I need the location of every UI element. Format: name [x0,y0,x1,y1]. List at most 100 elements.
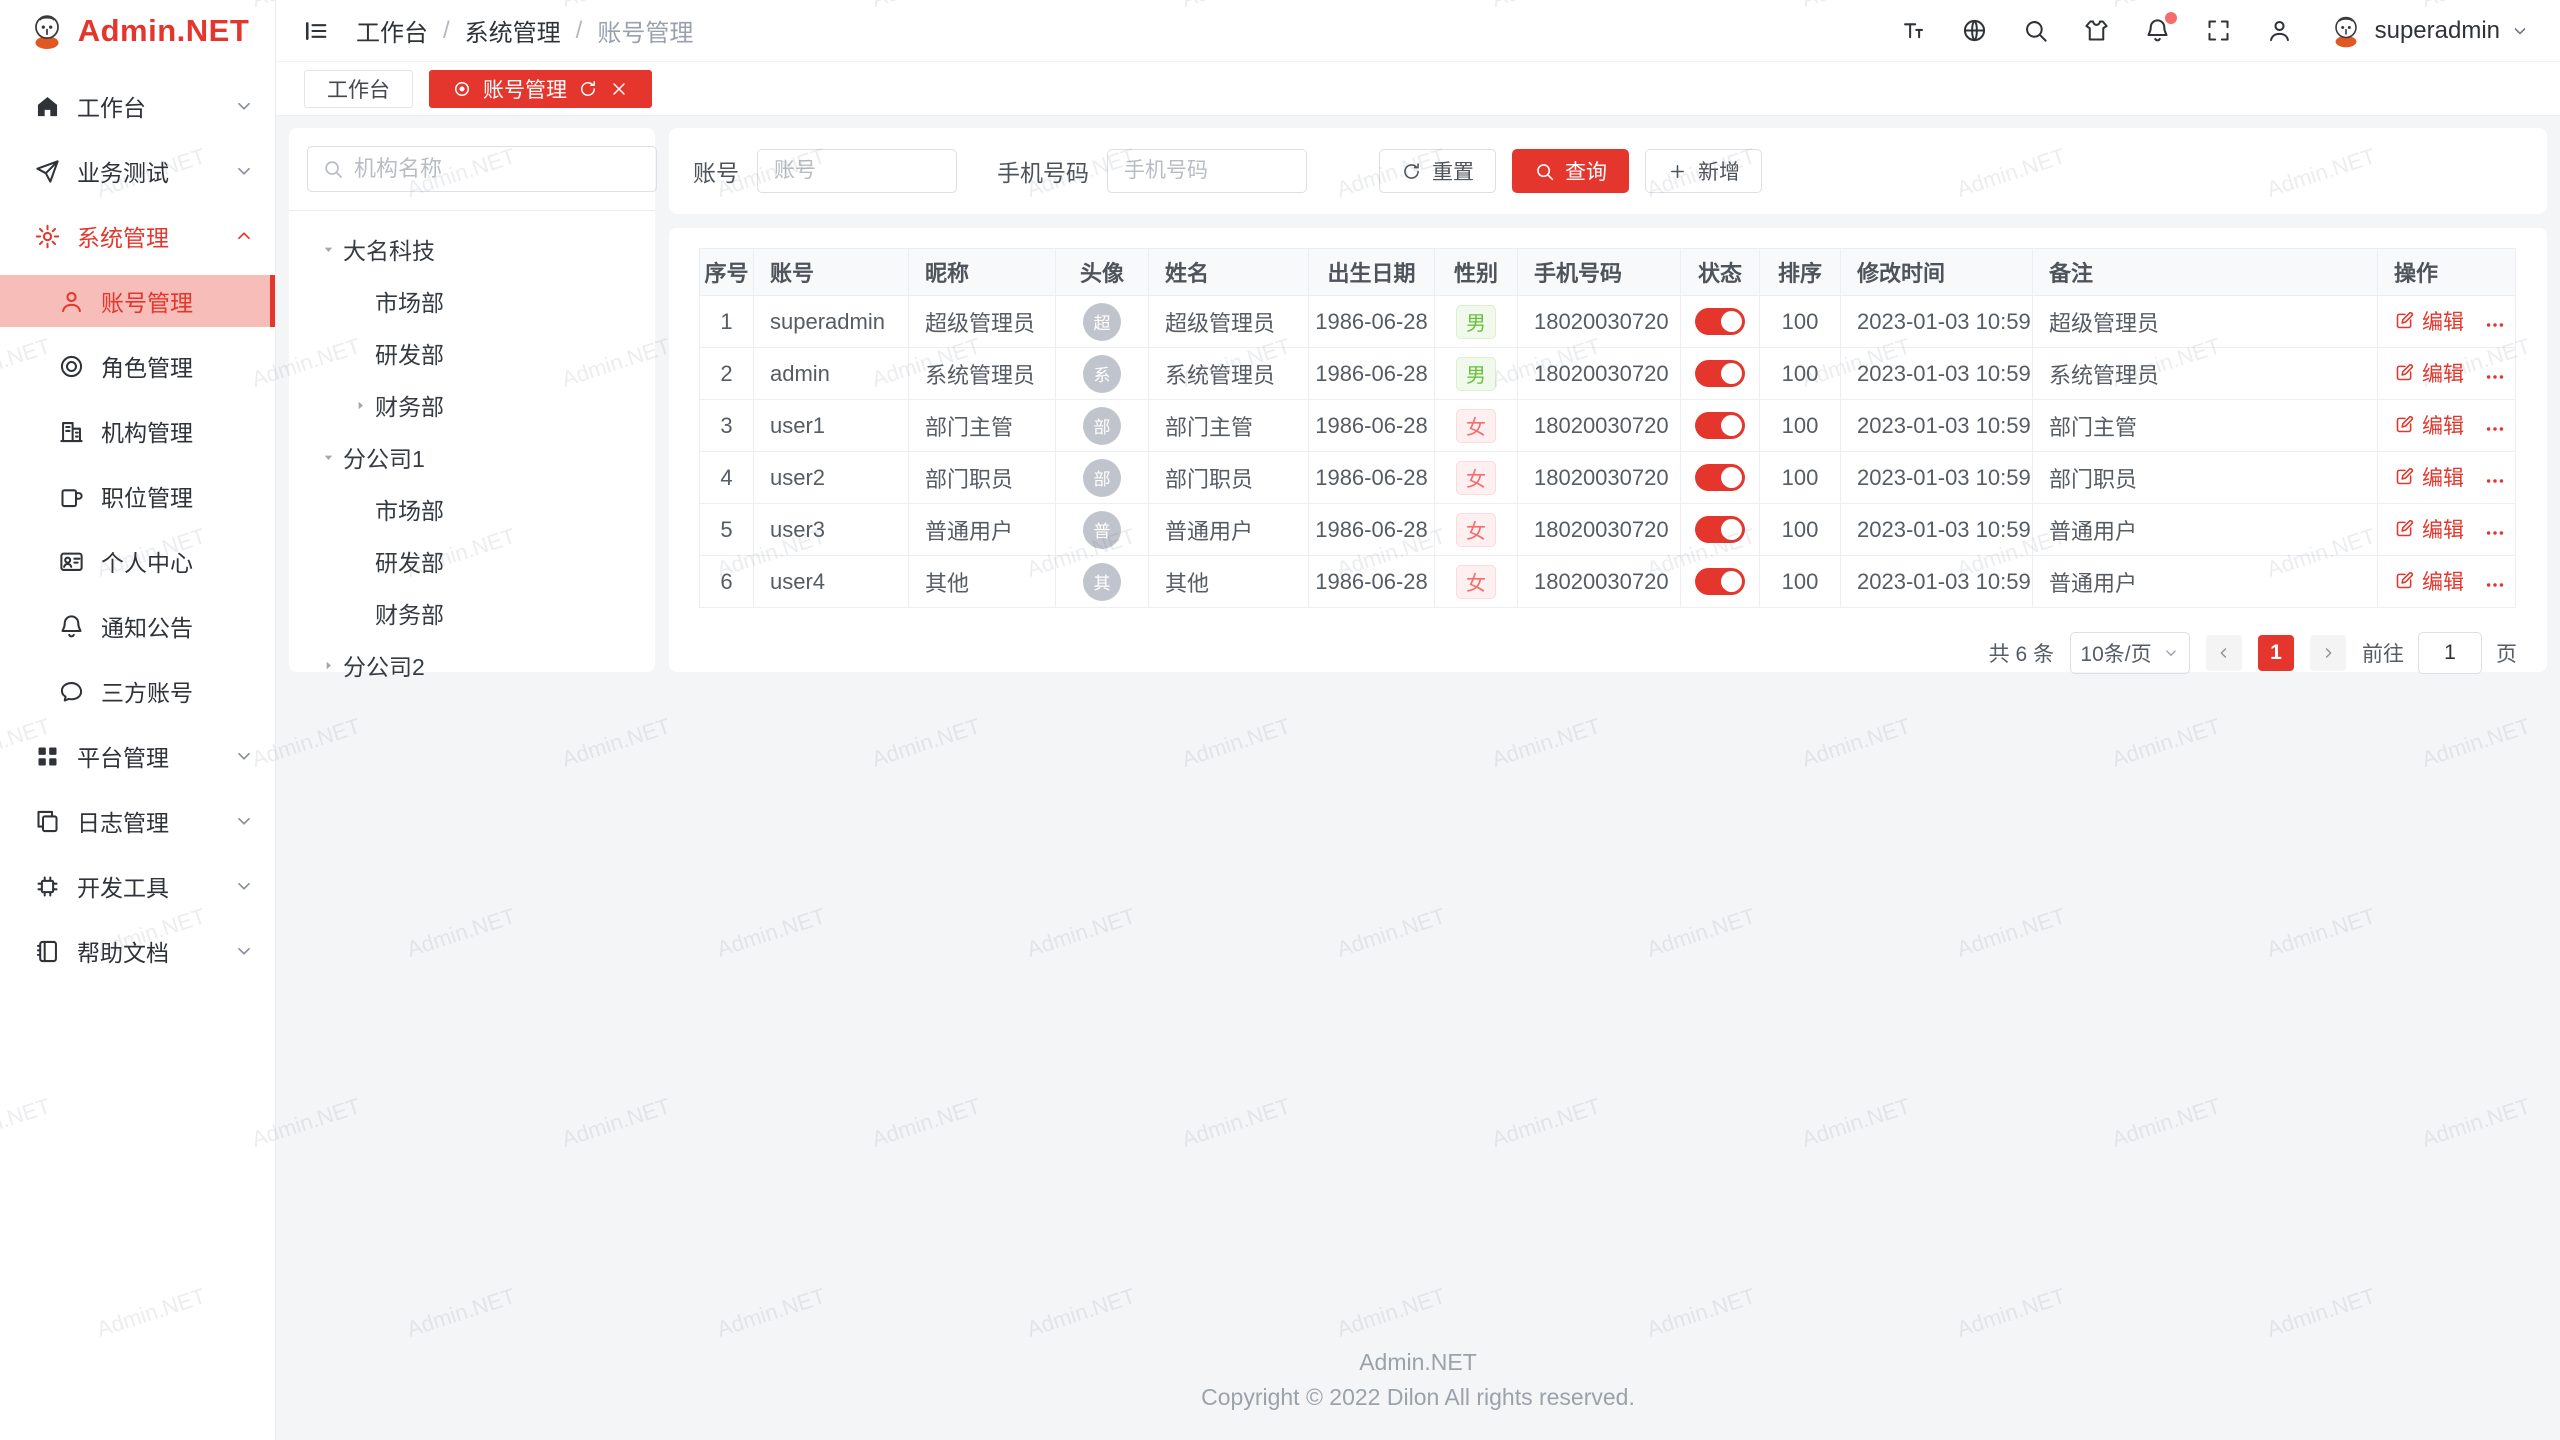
tab-account-manage[interactable]: 账号管理 [429,70,652,108]
row-more-button[interactable] [2484,470,2506,492]
username: superadmin [2375,17,2500,45]
status-toggle[interactable] [1695,516,1745,543]
sidebar-item-role-manage[interactable]: 角色管理 [0,340,275,392]
tree-node[interactable]: 大名科技 [307,223,637,275]
cell-avatar: 超 [1056,296,1149,348]
tree-node[interactable]: 市场部 [307,483,637,535]
column-header-actions: 操作 [2378,249,2516,296]
sidebar-item-platform-manage[interactable]: 平台管理 [0,730,275,782]
edit-button[interactable]: 编辑 [2394,306,2464,336]
gender-tag: 女 [1456,409,1496,443]
user-icon[interactable] [2266,17,2293,44]
tree-node[interactable]: 分公司1 [307,431,637,483]
edit-button[interactable]: 编辑 [2394,462,2464,492]
cell-nickname: 超级管理员 [909,296,1056,348]
cell-actions: 编辑 [2378,296,2516,348]
user-avatar-badge: 部 [1083,459,1121,497]
row-more-button[interactable] [2484,314,2506,336]
sidebar-item-notice[interactable]: 通知公告 [0,600,275,652]
cell-gender: 女 [1435,504,1518,556]
gender-tag: 男 [1456,357,1496,391]
status-toggle[interactable] [1695,464,1745,491]
edit-button[interactable]: 编辑 [2394,358,2464,388]
cell-remark: 系统管理员 [2033,348,2378,400]
home-icon [34,93,61,120]
footer-brand: Admin.NET [276,1345,2560,1380]
sidebar-item-workbench[interactable]: 工作台 [0,80,275,132]
prev-page-button[interactable] [2206,635,2242,671]
edit-icon [2394,518,2415,539]
status-toggle[interactable] [1695,412,1745,439]
tab-workbench[interactable]: 工作台 [304,70,413,108]
cell-remark: 部门主管 [2033,400,2378,452]
user-avatar-badge: 普 [1083,511,1121,549]
language-icon[interactable] [1961,17,1988,44]
query-button[interactable]: 查询 [1512,149,1629,193]
edit-button[interactable]: 编辑 [2394,410,2464,440]
top-header: 工作台/系统管理/账号管理 superadmin [276,0,2560,62]
refresh-icon[interactable] [578,79,598,99]
caret-down-icon[interactable] [313,449,343,465]
user-menu[interactable]: superadmin [2327,12,2530,50]
collapse-menu-icon[interactable] [302,17,330,45]
sidebar-item-position-manage[interactable]: 职位管理 [0,470,275,522]
account-filter-input[interactable] [757,149,957,193]
row-more-button[interactable] [2484,522,2506,544]
font-size-icon[interactable] [1900,17,1927,44]
cell-gender: 男 [1435,296,1518,348]
edit-button[interactable]: 编辑 [2394,514,2464,544]
next-page-button[interactable] [2310,635,2346,671]
tree-node[interactable]: 财务部 [307,587,637,639]
sidebar-item-org-manage[interactable]: 机构管理 [0,405,275,457]
logo[interactable]: Admin.NET [0,0,275,62]
sidebar-item-label: 帮助文档 [77,934,233,968]
sidebar-item-dev-tools[interactable]: 开发工具 [0,860,275,912]
radio-dot-icon [452,79,472,99]
header-tool-icons [1900,17,2293,44]
fullscreen-icon[interactable] [2205,17,2232,44]
row-more-button[interactable] [2484,418,2506,440]
sidebar-item-account-manage[interactable]: 账号管理 [0,275,275,327]
caret-right-icon[interactable] [313,657,343,673]
close-icon[interactable] [609,79,629,99]
sidebar-item-personal-center[interactable]: 个人中心 [0,535,275,587]
caret-down-icon[interactable] [313,241,343,257]
caret-right-icon[interactable] [345,397,375,413]
current-page-button[interactable]: 1 [2258,635,2294,671]
sidebar-item-system-manage[interactable]: 系统管理 [0,210,275,262]
org-search-input[interactable] [354,156,642,182]
sidebar-item-third-party-account[interactable]: 三方账号 [0,665,275,717]
edit-icon [2394,310,2415,331]
content-area: 大名科技市场部研发部财务部分公司1市场部研发部财务部分公司2 账号 手机号码 重… [276,116,2560,1440]
breadcrumb-item[interactable]: 系统管理 [465,13,561,48]
row-more-button[interactable] [2484,574,2506,596]
brand-name: Admin.NET [78,13,250,49]
tree-node[interactable]: 研发部 [307,535,637,587]
search-icon[interactable] [2022,17,2049,44]
goto-page-input[interactable] [2418,632,2482,674]
reset-button[interactable]: 重置 [1379,149,1496,193]
notification-icon[interactable] [2144,17,2171,44]
tree-node[interactable]: 市场部 [307,275,637,327]
row-more-button[interactable] [2484,366,2506,388]
theme-icon[interactable] [2083,17,2110,44]
cell-gender: 女 [1435,556,1518,608]
sidebar-item-business-test[interactable]: 业务测试 [0,145,275,197]
tree-node[interactable]: 分公司2 [307,639,637,691]
sidebar-item-log-manage[interactable]: 日志管理 [0,795,275,847]
sidebar-item-label: 角色管理 [101,349,255,383]
log-icon [34,808,61,835]
edit-button[interactable]: 编辑 [2394,566,2464,596]
sidebar-item-label: 日志管理 [77,804,233,838]
status-toggle[interactable] [1695,308,1745,335]
add-button[interactable]: 新增 [1645,149,1762,193]
page-size-select[interactable]: 10条/页 [2070,632,2190,674]
tree-node[interactable]: 研发部 [307,327,637,379]
column-header-phone: 手机号码 [1518,249,1681,296]
phone-filter-input[interactable] [1107,149,1307,193]
sidebar-item-help-docs[interactable]: 帮助文档 [0,925,275,977]
status-toggle[interactable] [1695,568,1745,595]
tree-node[interactable]: 财务部 [307,379,637,431]
breadcrumb-item[interactable]: 工作台 [356,13,428,48]
status-toggle[interactable] [1695,360,1745,387]
